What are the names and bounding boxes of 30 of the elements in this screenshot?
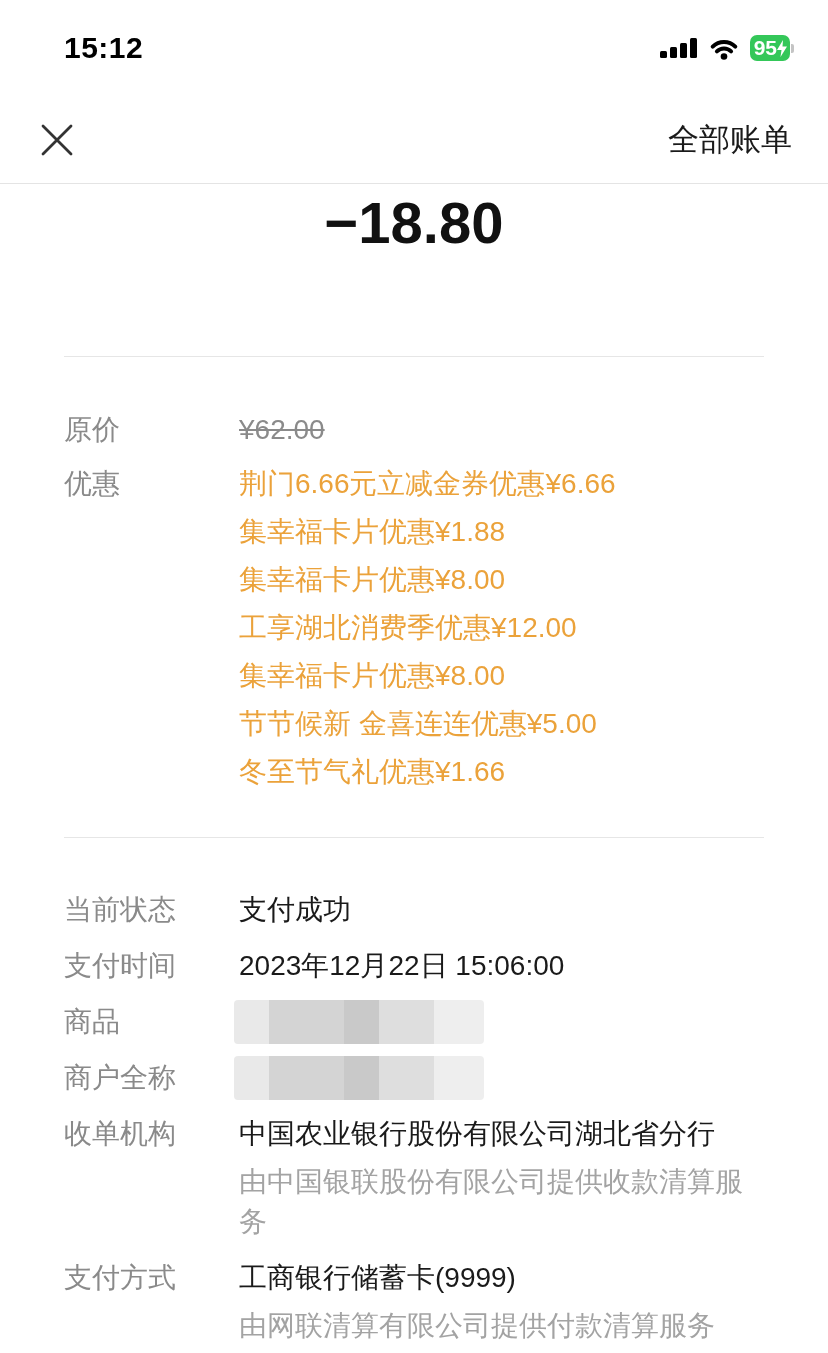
field-value: 支付成功 bbox=[239, 893, 351, 927]
field-note: 由网联清算有限公司提供付款清算服务 bbox=[239, 1309, 715, 1343]
field-label: 原价 bbox=[64, 413, 121, 447]
field-value: 中国农业银行股份有限公司湖北省分行 bbox=[239, 1117, 715, 1151]
discount-item: 冬至节气礼优惠¥1.66 bbox=[239, 755, 506, 789]
discount-item: 荆门6.66元立减金券优惠¥6.66 bbox=[239, 467, 616, 501]
amount-value: −18.80 bbox=[324, 189, 504, 257]
discount-item: 集幸福卡片优惠¥8.00 bbox=[239, 659, 506, 693]
field-label: 当前状态 bbox=[64, 893, 177, 927]
original-price: ¥62.00 bbox=[239, 413, 325, 447]
field-value: 工商银行储蓄卡(9999) bbox=[239, 1261, 516, 1295]
field-label: 优惠 bbox=[64, 467, 121, 501]
close-button[interactable] bbox=[40, 122, 74, 157]
field-label: 商品 bbox=[64, 1005, 121, 1039]
all-bills-link[interactable]: 全部账单 bbox=[668, 119, 792, 160]
field-note: 由中国银联股份有限公司提供收款清算服务 bbox=[239, 1165, 744, 1239]
discount-item: 集幸福卡片优惠¥1.88 bbox=[239, 515, 506, 549]
discount-item: 节节候新 金喜连连优惠¥5.00 bbox=[239, 707, 597, 741]
discount-item: 工享湖北消费季优惠¥12.00 bbox=[239, 611, 577, 645]
bolt-icon bbox=[777, 39, 787, 57]
field-value: 2023年12月22日 15:06:00 bbox=[239, 949, 565, 983]
battery-percent: 95 bbox=[753, 35, 777, 61]
field-label: 支付时间 bbox=[64, 949, 177, 983]
close-icon bbox=[41, 123, 73, 156]
field-label: 支付方式 bbox=[64, 1261, 177, 1295]
field-label: 收单机构 bbox=[64, 1117, 177, 1151]
signal-icon bbox=[659, 38, 698, 58]
discount-item: 集幸福卡片优惠¥8.00 bbox=[239, 563, 506, 597]
field-label: 商户全称 bbox=[64, 1061, 177, 1095]
status-time: 15:12 bbox=[64, 30, 144, 66]
